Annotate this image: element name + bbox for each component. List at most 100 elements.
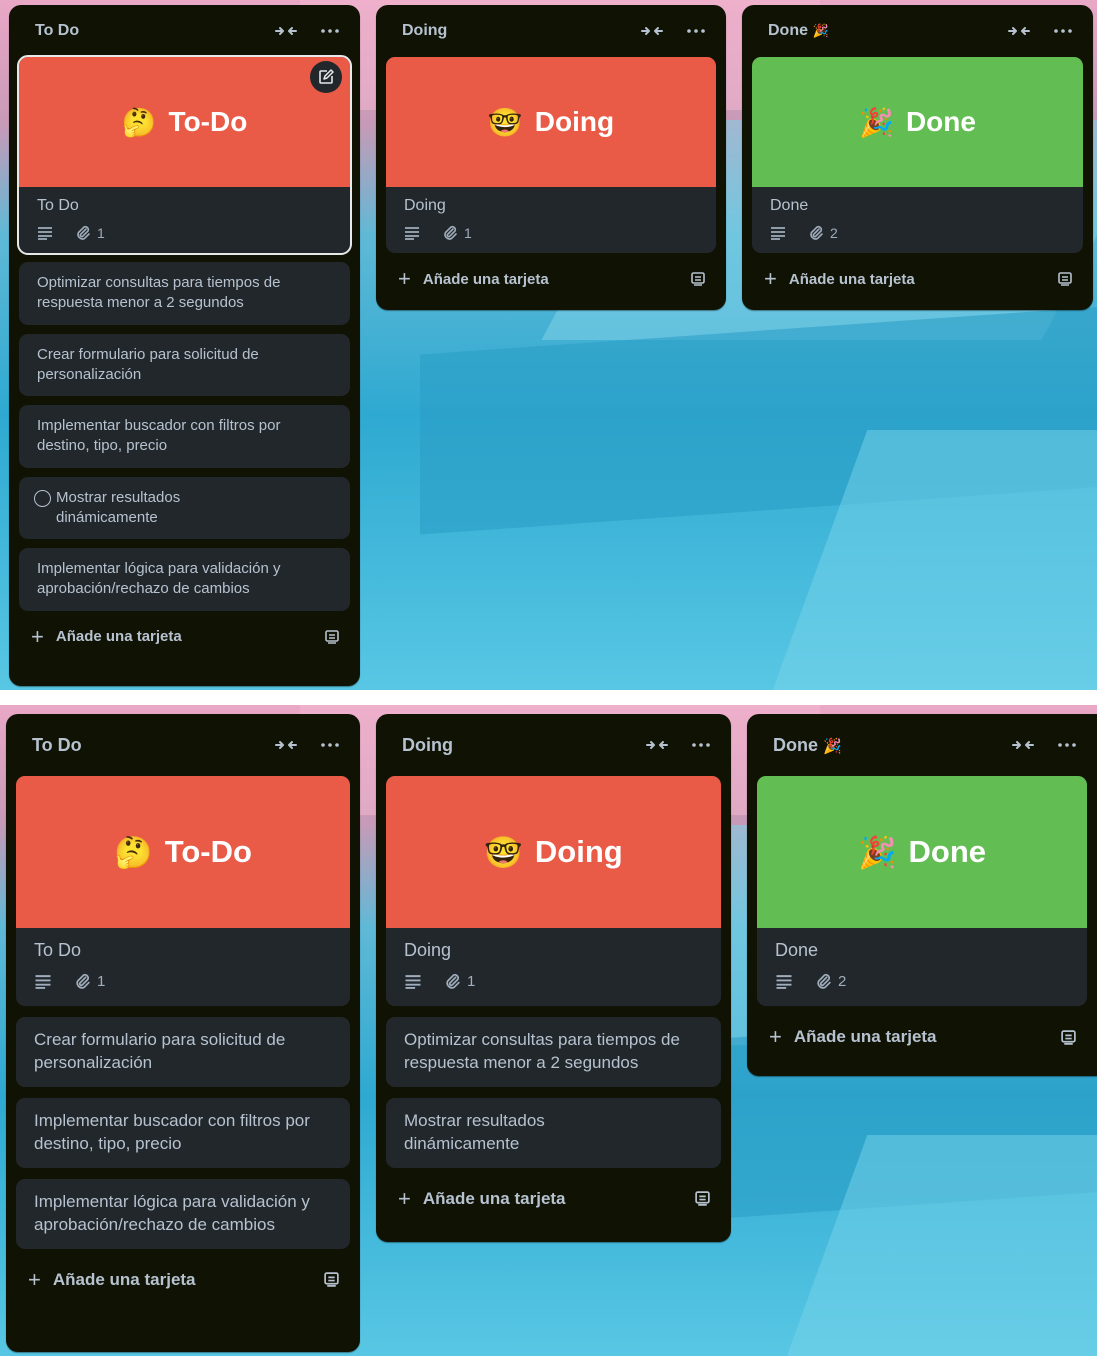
task-card[interactable]: Optimizar consultas para tiempos de resp… — [386, 1017, 721, 1087]
task-card[interactable]: Implementar buscador con filtros por des… — [16, 1097, 350, 1168]
more-icon[interactable] — [691, 742, 711, 748]
task-card[interactable]: Implementar lógica para validación y apr… — [16, 1178, 350, 1249]
list-header: Doing — [376, 714, 731, 776]
cover-card-todo[interactable]: 🤔 To-Do To Do 1 — [17, 55, 352, 255]
add-card-button[interactable]: + Añade una tarjeta — [398, 268, 549, 290]
attachment-badge: 1 — [74, 973, 105, 990]
add-card-label: Añade una tarjeta — [55, 628, 182, 645]
plus-icon: + — [764, 266, 777, 291]
plus-icon: + — [769, 1024, 782, 1049]
cover-text: Doing — [534, 834, 623, 869]
plus-icon: + — [28, 1266, 41, 1292]
add-card-row: + Añade una tarjeta — [376, 1168, 731, 1230]
task-card[interactable]: Mostrar resultados dinámicamente — [386, 1097, 721, 1168]
paperclip-icon — [442, 225, 458, 241]
list-header: To Do — [9, 5, 360, 57]
more-icon[interactable] — [686, 28, 706, 34]
template-icon[interactable] — [1057, 272, 1073, 286]
collapse-icon[interactable] — [645, 737, 669, 753]
description-icon — [404, 226, 420, 240]
cover-card-doing[interactable]: 🤓 Doing Doing 1 — [386, 57, 716, 253]
collapse-icon[interactable] — [1007, 23, 1031, 39]
card-cover: 🤓 Doing — [386, 776, 721, 928]
paperclip-icon — [75, 225, 91, 241]
task-card-hovered[interactable]: Mostrar resultados dinámicamente — [19, 476, 350, 539]
task-card[interactable]: Implementar lógica para validación y apr… — [19, 548, 350, 611]
list-doing: Doing 🤓 Doing Doing 1 — [376, 714, 731, 1242]
add-card-label: Añade una tarjeta — [422, 270, 549, 288]
list-title[interactable]: Done 🎉 — [773, 735, 842, 756]
edit-card-button[interactable] — [310, 61, 342, 93]
party-popper-icon: 🎉 — [859, 106, 894, 138]
description-icon — [775, 974, 793, 989]
board-screenshot-bottom: To Do 🤔 To-Do To Do 1 Crear formulario p… — [0, 705, 1097, 1356]
party-popper-icon: 🎉 — [857, 834, 897, 870]
paperclip-icon — [815, 973, 832, 990]
cover-card-done[interactable]: 🎉 Done Done 2 — [752, 57, 1083, 253]
cover-text: Doing — [534, 106, 615, 137]
list-title[interactable]: Done 🎉 — [768, 22, 829, 40]
more-icon[interactable] — [320, 28, 340, 34]
cover-text: To-Do — [168, 106, 248, 137]
attachment-badge: 2 — [808, 225, 838, 241]
cover-card-done[interactable]: 🎉 Done Done 2 — [757, 776, 1087, 1006]
list-done: Done 🎉 🎉 Done Done 2 + Añade una tarjeta — [747, 714, 1097, 1076]
card-cover: 🤓 Doing — [386, 57, 716, 187]
attachment-count: 1 — [97, 225, 105, 241]
card-name: Done — [775, 940, 819, 960]
collapse-icon[interactable] — [274, 737, 298, 753]
plus-icon: + — [398, 1185, 411, 1211]
plus-icon: + — [31, 623, 44, 649]
add-card-button[interactable]: + Añade una tarjeta — [28, 1266, 196, 1292]
task-text: Mostrar resultados dinámicamente — [56, 488, 181, 526]
attachment-badge: 1 — [444, 973, 475, 990]
template-icon[interactable] — [1060, 1030, 1077, 1045]
card-name: Done — [770, 197, 809, 214]
list-title[interactable]: Doing — [402, 22, 447, 40]
collapse-icon[interactable] — [640, 23, 664, 39]
cover-text: To-Do — [164, 834, 252, 869]
description-icon — [37, 226, 53, 240]
thinking-face-icon: 🤔 — [121, 106, 157, 138]
card-cover: 🤔 To-Do — [19, 57, 350, 187]
card-name: To Do — [37, 197, 79, 214]
more-icon[interactable] — [320, 742, 340, 748]
collapse-icon[interactable] — [1011, 737, 1035, 753]
paperclip-icon — [74, 973, 91, 990]
list-title[interactable]: To Do — [32, 735, 82, 756]
task-card[interactable]: Optimizar consultas para tiempos de resp… — [19, 262, 350, 325]
add-card-row: + Añade una tarjeta — [9, 611, 360, 663]
list-title-text: Done — [768, 22, 808, 39]
attachment-badge: 2 — [815, 973, 846, 990]
complete-circle-icon[interactable] — [34, 489, 51, 507]
list-header: Doing — [376, 5, 726, 57]
template-icon[interactable] — [323, 1272, 340, 1287]
more-icon[interactable] — [1053, 28, 1073, 34]
attachment-badge: 1 — [75, 225, 105, 241]
list-done: Done 🎉 🎉 Done Done 2 + Añade una tarjeta — [742, 5, 1093, 310]
list-doing: Doing 🤓 Doing Doing 1 — [376, 5, 726, 310]
plus-icon: + — [398, 266, 411, 291]
task-card[interactable]: Implementar buscador con filtros por des… — [19, 405, 350, 468]
list-title[interactable]: Doing — [402, 735, 453, 756]
add-card-button[interactable]: + Añade una tarjeta — [31, 623, 182, 649]
list-todo: To Do 🤔 To-Do To Do 1 — [9, 5, 360, 686]
thinking-face-icon: 🤔 — [114, 834, 153, 870]
more-icon[interactable] — [1057, 742, 1077, 748]
list-title[interactable]: To Do — [35, 22, 79, 40]
template-icon[interactable] — [694, 1191, 711, 1206]
add-card-button[interactable]: + Añade una tarjeta — [398, 1185, 566, 1211]
party-popper-icon: 🎉 — [823, 737, 842, 755]
attachment-count: 2 — [838, 973, 847, 990]
task-card[interactable]: Crear formulario para solicitud de perso… — [19, 333, 350, 396]
collapse-icon[interactable] — [274, 23, 298, 39]
add-card-button[interactable]: + Añade una tarjeta — [764, 268, 915, 290]
description-icon — [404, 974, 422, 989]
add-card-button[interactable]: + Añade una tarjeta — [769, 1026, 937, 1048]
template-icon[interactable] — [690, 272, 706, 286]
cover-card-doing[interactable]: 🤓 Doing Doing 1 — [386, 776, 721, 1006]
task-card[interactable]: Crear formulario para solicitud de perso… — [16, 1017, 350, 1087]
template-icon[interactable] — [324, 630, 340, 644]
attachment-count: 2 — [830, 225, 838, 241]
cover-card-todo[interactable]: 🤔 To-Do To Do 1 — [16, 776, 350, 1006]
